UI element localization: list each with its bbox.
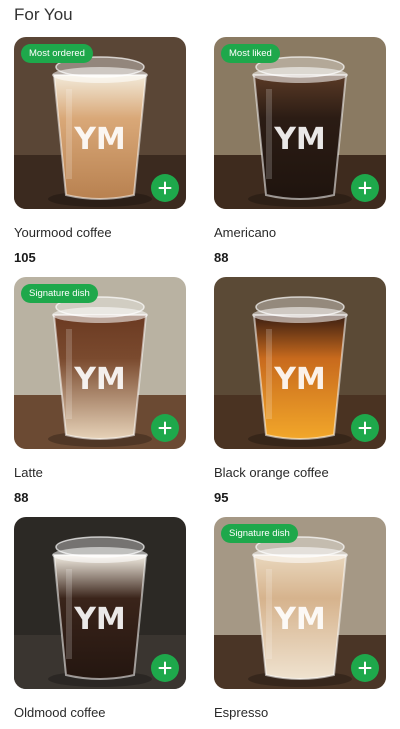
product-card[interactable]: YM Most liked Americano 88 [214, 37, 386, 277]
product-image[interactable]: YM Most ordered [14, 37, 186, 209]
product-grid: YM Most ordered Yourmood coffee 105 YM M… [14, 37, 386, 729]
product-price: 105 [14, 250, 36, 265]
add-to-cart-button[interactable] [351, 414, 379, 442]
add-to-cart-button[interactable] [151, 654, 179, 682]
plus-icon [358, 181, 372, 195]
plus-icon [358, 421, 372, 435]
product-card[interactable]: YM Most ordered Yourmood coffee 105 [14, 37, 186, 277]
product-card[interactable]: YM Black orange coffee 95 [214, 277, 386, 517]
product-image[interactable]: YM Signature dish [214, 517, 386, 689]
product-name: Oldmood coffee [14, 705, 106, 720]
cup-logo: YM [273, 122, 326, 157]
product-badge: Signature dish [221, 524, 298, 543]
plus-icon [158, 661, 172, 675]
cup-logo: YM [273, 362, 326, 397]
product-name: Americano [214, 225, 277, 240]
section-title: For You [14, 5, 73, 24]
product-name: Yourmood coffee [14, 225, 112, 240]
add-to-cart-button[interactable] [351, 174, 379, 202]
product-card[interactable]: YM Oldmood coffee [14, 517, 186, 729]
plus-icon [158, 181, 172, 195]
cup-logo: YM [273, 602, 326, 637]
product-name: Espresso [214, 705, 269, 720]
product-image[interactable]: YM [214, 277, 386, 449]
plus-icon [158, 421, 172, 435]
add-to-cart-button[interactable] [151, 414, 179, 442]
for-you-page: For You YM Most ordered Yourmood coffee … [0, 0, 400, 729]
product-badge: Most liked [221, 44, 280, 63]
product-name: Black orange coffee [214, 465, 329, 480]
cup-logo: YM [73, 602, 126, 637]
product-name: Latte [14, 465, 43, 480]
product-price: 95 [214, 490, 229, 505]
product-image[interactable]: YM Signature dish [14, 277, 186, 449]
product-badge: Most ordered [21, 44, 93, 63]
product-card[interactable]: YM Signature dish Latte 88 [14, 277, 186, 517]
product-badge: Signature dish [21, 284, 98, 303]
add-to-cart-button[interactable] [151, 174, 179, 202]
cup-logo: YM [73, 362, 126, 397]
product-image[interactable]: YM Most liked [214, 37, 386, 209]
add-to-cart-button[interactable] [351, 654, 379, 682]
product-price: 88 [14, 490, 29, 505]
product-card[interactable]: YM Signature dish Espresso [214, 517, 386, 729]
product-price: 88 [214, 250, 229, 265]
plus-icon [358, 661, 372, 675]
cup-logo: YM [73, 122, 126, 157]
product-image[interactable]: YM [14, 517, 186, 689]
